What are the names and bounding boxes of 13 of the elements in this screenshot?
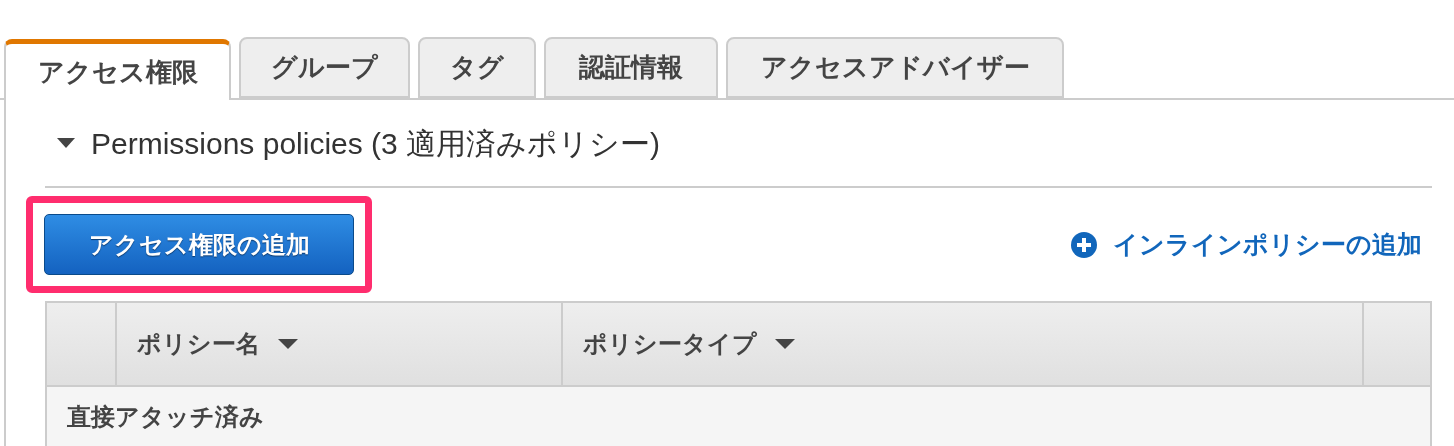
column-header[interactable]: ポリシータイプ — [563, 303, 1364, 385]
tab[interactable]: 認証情報 — [544, 37, 718, 98]
add-permissions-button[interactable]: アクセス権限の追加 — [44, 214, 354, 275]
caret-icon — [57, 137, 75, 149]
add-inline-policy-link[interactable]: インラインポリシーの追加 — [1070, 225, 1422, 264]
tab[interactable]: アクセスアドバイザー — [726, 37, 1064, 98]
group-row-label: 直接アタッチ済み — [67, 402, 264, 432]
section-header[interactable]: Permissions policies (3 適用済みポリシー) — [45, 100, 661, 186]
column-header[interactable]: ポリシー名 — [117, 303, 563, 385]
plus-circle-icon — [1070, 230, 1098, 259]
tab[interactable]: グループ — [239, 37, 410, 98]
tab[interactable]: タグ — [418, 37, 536, 98]
tab[interactable]: アクセス権限 — [4, 39, 231, 100]
